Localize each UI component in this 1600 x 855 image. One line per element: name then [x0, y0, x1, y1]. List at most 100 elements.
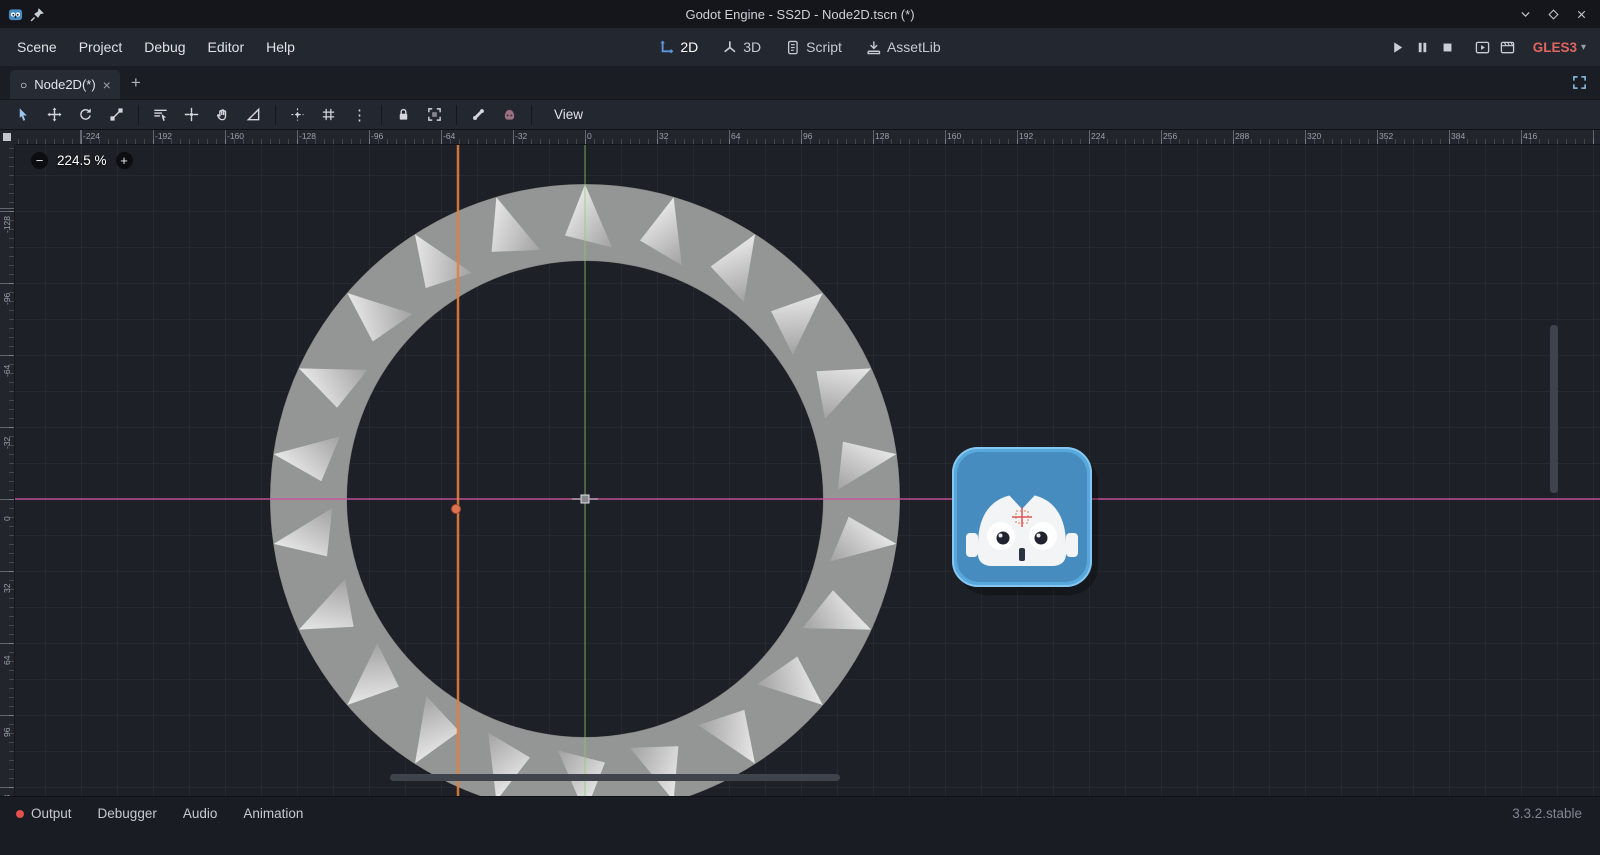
window-maximize-button[interactable] [1547, 8, 1560, 21]
window-close-button[interactable] [1575, 8, 1588, 21]
ruler-tick-label: -128 [299, 131, 316, 141]
toolbar-separator [381, 105, 382, 125]
move-tool-button[interactable] [39, 103, 70, 127]
skeleton-options-icon [471, 107, 486, 122]
ruler-tick-label: -32 [2, 437, 12, 449]
panel-audio[interactable]: Audio [170, 806, 231, 821]
bottom-panel-bar: OutputDebuggerAudioAnimation 3.3.2.stabl… [0, 796, 1600, 855]
ruler-tool-icon [246, 107, 261, 122]
ruler-tick-label: 224 [1091, 131, 1105, 141]
menu-editor[interactable]: Editor [197, 39, 256, 55]
horizontal-ruler[interactable]: -224-192-160-128-96-64-32032649612816019… [15, 130, 1600, 145]
ruler-tick-label: 416 [1523, 131, 1537, 141]
ruler-tick-label: 32 [2, 584, 12, 593]
viewport-2d: -224-192-160-128-96-64-32032649612816019… [0, 130, 1600, 796]
window-title: Godot Engine - SS2D - Node2D.tscn (*) [0, 7, 1600, 22]
toolbar-separator [275, 105, 276, 125]
rotate-tool-button[interactable] [70, 103, 101, 127]
list-select-tool-button[interactable] [145, 103, 176, 127]
select-tool-button[interactable] [8, 103, 39, 127]
renderer-select[interactable]: GLES3 ▾ [1533, 40, 1586, 55]
ruler-tick-label: 288 [1235, 131, 1249, 141]
ruler-tick-label: 160 [947, 131, 961, 141]
smart-snap-icon [290, 107, 305, 122]
ruler-tick-label: -32 [515, 131, 527, 141]
play-scene-button[interactable] [1475, 40, 1490, 55]
pin-icon[interactable] [30, 7, 45, 22]
ruler-tick-label: 128 [875, 131, 889, 141]
stop-button[interactable] [1440, 40, 1455, 55]
workspace-assetlib[interactable]: AssetLib [857, 39, 950, 55]
toolbar-separator [456, 105, 457, 125]
ruler-tick-label: -160 [227, 131, 244, 141]
panel-debugger[interactable]: Debugger [85, 806, 170, 821]
menu-scene[interactable]: Scene [6, 39, 68, 55]
snap-options-button[interactable]: ⋮ [344, 103, 375, 127]
ruler-tick-label: -96 [2, 293, 12, 305]
ruler-tick-label: -128 [2, 216, 12, 233]
scene-tabbar: ○ Node2D(*) × + [0, 66, 1600, 99]
group-object-icon [427, 107, 442, 122]
scene-canvas[interactable] [15, 145, 1600, 796]
output-indicator-dot [16, 810, 24, 818]
canvas-toolbar: ⋮ View [0, 99, 1600, 130]
menu-project[interactable]: Project [68, 39, 134, 55]
distraction-free-button[interactable] [1572, 75, 1587, 90]
ruler-tick-label: 64 [731, 131, 740, 141]
3d-icon [722, 40, 737, 55]
v-scrollbar[interactable] [1550, 325, 1558, 493]
path-point[interactable] [452, 505, 461, 514]
ruler-tick-label: 96 [2, 728, 12, 737]
scale-tool-button[interactable] [101, 103, 132, 127]
pivot-tool-button[interactable] [176, 103, 207, 127]
workspace-3d[interactable]: 3D [713, 39, 770, 55]
skeleton-options-button[interactable] [463, 103, 494, 127]
zoom-in-button[interactable]: + [116, 152, 133, 169]
window-shade-button[interactable] [1519, 8, 1532, 21]
panel-output[interactable]: Output [16, 806, 85, 821]
ruler-tick-label: 192 [1019, 131, 1033, 141]
play-button[interactable] [1390, 40, 1405, 55]
ruler-tool-button[interactable] [238, 103, 269, 127]
scene-tab-node2d[interactable]: ○ Node2D(*) × [10, 70, 120, 99]
ruler-origin-button[interactable] [0, 130, 15, 145]
skeleton-color-button[interactable] [494, 103, 525, 127]
tab-close-icon[interactable]: × [103, 78, 111, 92]
origin-gizmo[interactable] [572, 495, 598, 503]
select-tool-icon [16, 107, 31, 122]
menu-help[interactable]: Help [255, 39, 306, 55]
grid-snap-button[interactable] [313, 103, 344, 127]
canvas-area[interactable]: − 224.5 % + [15, 145, 1600, 796]
workspace-2d[interactable]: 2D [650, 39, 707, 55]
view-menu-button[interactable]: View [542, 107, 595, 122]
version-label: 3.3.2.stable [1512, 806, 1582, 821]
ruler-tick-label: 128 [2, 795, 12, 796]
toolbar-separator [138, 105, 139, 125]
zoom-out-button[interactable]: − [31, 152, 48, 169]
zoom-level[interactable]: 224.5 % [57, 153, 107, 168]
ruler-tick-label: 32 [659, 131, 668, 141]
panel-animation[interactable]: Animation [230, 806, 316, 821]
ruler-tick-label: -96 [371, 131, 383, 141]
pivot-tool-icon [184, 107, 199, 122]
script-icon [785, 40, 800, 55]
pan-tool-button[interactable] [207, 103, 238, 127]
new-scene-tab-button[interactable]: + [120, 74, 152, 91]
menu-debug[interactable]: Debug [133, 39, 196, 55]
menubar: SceneProjectDebugEditorHelp 2D 3D Script As… [0, 28, 1600, 66]
group-object-button[interactable] [419, 103, 450, 127]
vertical-ruler[interactable]: -128-96-64-320326496128 [0, 145, 15, 796]
godot-icon-sprite[interactable] [952, 447, 1092, 587]
workspace-script[interactable]: Script [776, 39, 851, 55]
lock-object-button[interactable] [388, 103, 419, 127]
pause-button[interactable] [1415, 40, 1430, 55]
play-custom-scene-button[interactable] [1500, 40, 1515, 55]
lock-object-icon [396, 107, 411, 122]
smart-snap-button[interactable] [282, 103, 313, 127]
rotate-tool-icon [78, 107, 93, 122]
move-tool-icon [47, 107, 62, 122]
godot-editor-window: Godot Engine - SS2D - Node2D.tscn (*) Sc… [0, 0, 1600, 855]
pan-tool-icon [215, 107, 230, 122]
assetlib-icon [866, 40, 881, 55]
h-scrollbar[interactable] [390, 774, 840, 781]
